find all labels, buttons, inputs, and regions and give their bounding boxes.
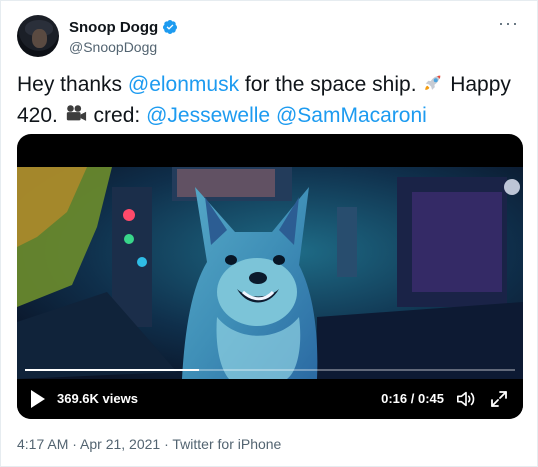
video-time: 0:16 / 0:45 [381, 391, 444, 406]
tweet-text: Hey thanks @elonmusk for the space ship.… [17, 71, 517, 133]
mention-link-jessewelle[interactable]: @Jessewelle [146, 104, 270, 127]
author-handle[interactable]: @SnoopDogg [69, 39, 157, 55]
mention-link-elonmusk[interactable]: @elonmusk [128, 73, 239, 96]
tweet-timestamp-source[interactable]: 4:17 AM · Apr 21, 2021 · Twitter for iPh… [17, 436, 281, 452]
author-name[interactable]: Snoop Dogg [69, 19, 158, 36]
video-views: 369.6K views [57, 391, 138, 406]
author-name-row[interactable]: Snoop Dogg [69, 18, 178, 36]
video-player[interactable]: 369.6K views 0:16 / 0:45 [17, 134, 523, 419]
more-options-icon[interactable]: ··· [498, 14, 519, 32]
video-progress-fill [25, 369, 200, 371]
movie-camera-emoji-icon [64, 103, 88, 133]
mention-link-sammacaroni[interactable]: @SamMacaroni [276, 104, 427, 127]
avatar[interactable] [17, 15, 59, 57]
fullscreen-icon[interactable] [489, 389, 509, 409]
verified-badge-icon [163, 20, 178, 34]
volume-icon[interactable] [455, 389, 477, 409]
video-frame-shiba-dog [17, 167, 523, 379]
tweet-text-segment: cred: [87, 104, 147, 127]
rocket-emoji-icon [422, 72, 444, 102]
tweet-text-segment: Hey thanks [17, 73, 128, 96]
play-icon[interactable] [31, 390, 45, 408]
tweet-text-segment: for the space ship. [239, 73, 423, 96]
video-progress-bar[interactable] [25, 369, 515, 371]
tweet-card: Snoop Dogg @SnoopDogg ··· Hey thanks @el… [0, 0, 538, 467]
